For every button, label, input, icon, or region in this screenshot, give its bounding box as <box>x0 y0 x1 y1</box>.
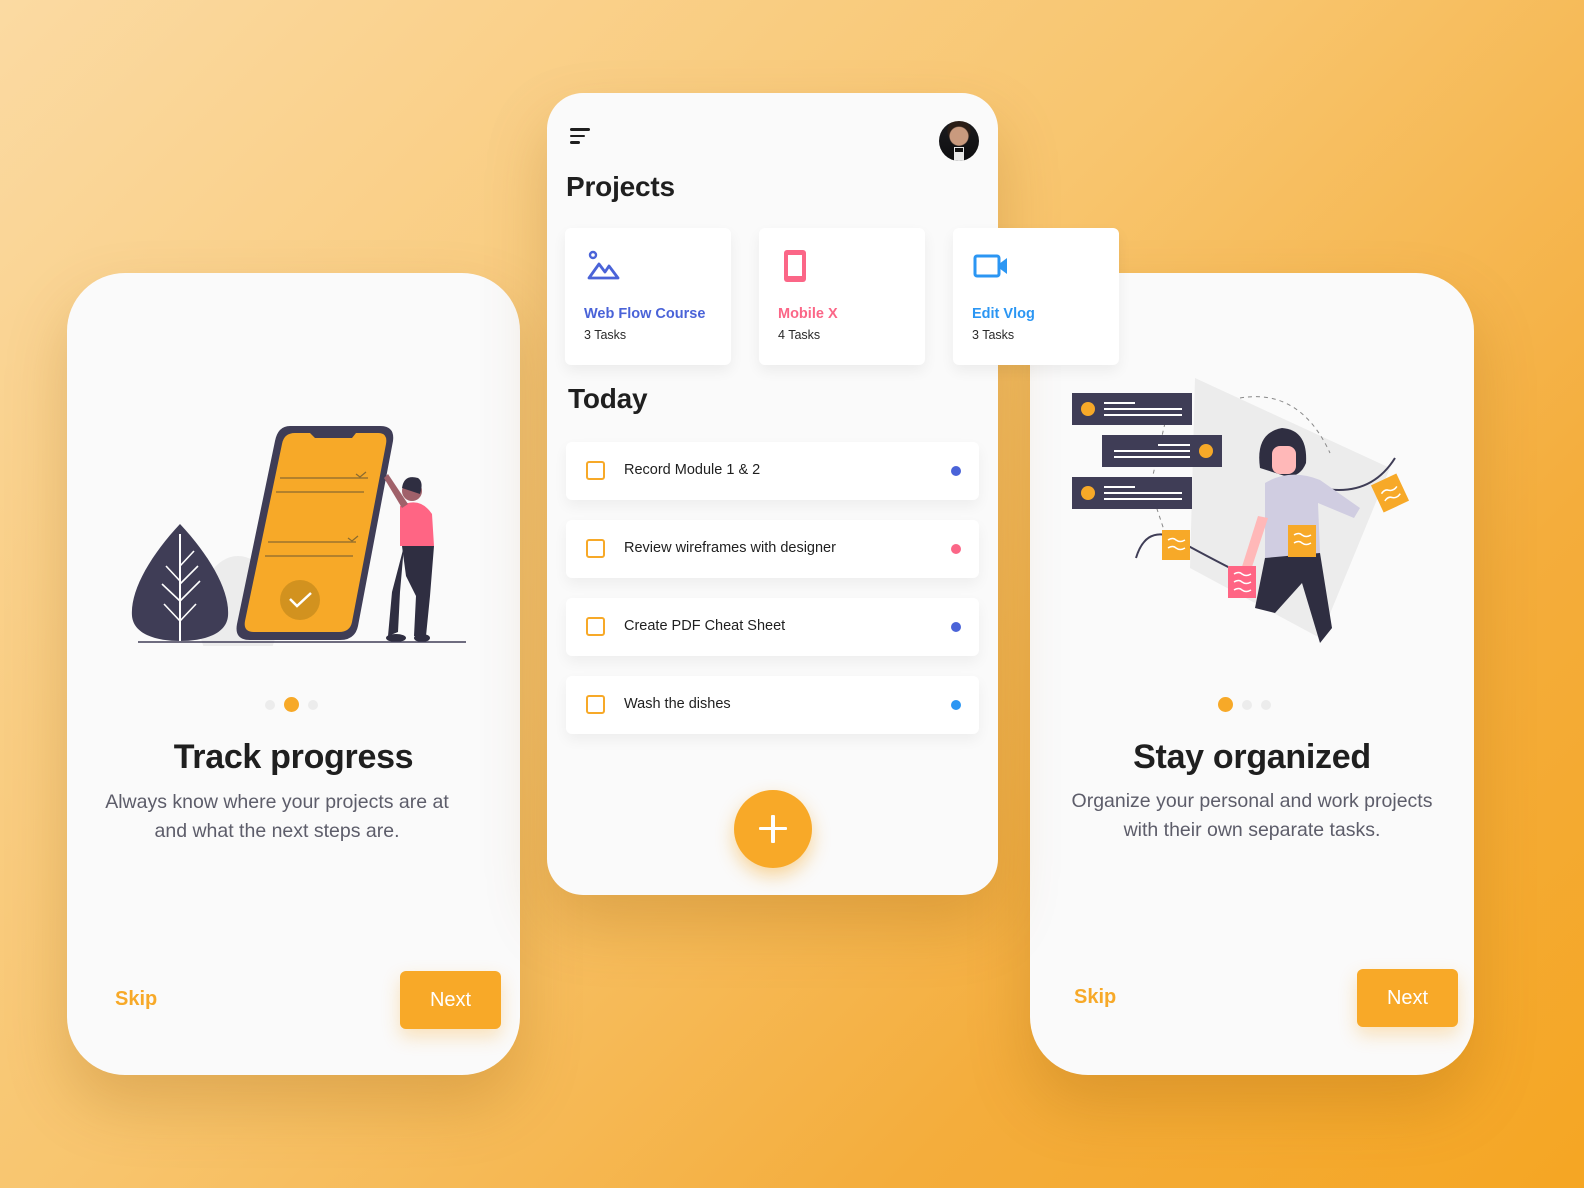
task-label: Review wireframes with designer <box>624 540 836 556</box>
description-line: Always know where your projects are at <box>105 791 449 813</box>
project-task-count: 4 Tasks <box>778 328 821 342</box>
task-tag-dot <box>951 622 961 632</box>
task-checkbox[interactable] <box>586 695 605 714</box>
projects-app-screen: Projects Web Flow Course 3 Tasks Mobile … <box>547 93 1119 895</box>
page-dot-active[interactable] <box>284 697 299 712</box>
page-dot[interactable] <box>1261 699 1271 710</box>
page-dot[interactable] <box>308 699 318 710</box>
page-dot[interactable] <box>1242 699 1252 710</box>
onboarding-card-track-progress: Track progress Always know where your pr… <box>67 273 520 1075</box>
task-label: Record Module 1 & 2 <box>624 462 761 478</box>
mobile-icon <box>784 250 806 282</box>
task-label: Create PDF Cheat Sheet <box>624 618 786 634</box>
today-heading: Today <box>568 383 648 414</box>
project-card-web-flow-course[interactable]: Web Flow Course 3 Tasks <box>565 228 731 365</box>
task-checkbox[interactable] <box>586 617 605 636</box>
projects-heading: Projects <box>566 171 675 202</box>
page-dot-active[interactable] <box>1218 697 1233 712</box>
video-icon <box>973 254 1007 278</box>
task-checkbox[interactable] <box>586 539 605 558</box>
sticky-note-icon <box>1288 525 1316 557</box>
task-tag-dot <box>951 544 961 554</box>
project-card-edit-vlog[interactable]: Edit Vlog 3 Tasks <box>953 228 1119 365</box>
project-name: Edit Vlog <box>972 306 1035 322</box>
project-card-mobile-x[interactable]: Mobile X 4 Tasks <box>759 228 925 365</box>
skip-button[interactable]: Skip <box>1074 986 1116 1009</box>
skip-button[interactable]: Skip <box>115 988 157 1011</box>
description-line: with their own separate tasks. <box>1123 819 1381 841</box>
task-item[interactable]: Record Module 1 & 2 <box>566 442 979 500</box>
project-name: Mobile X <box>778 306 838 322</box>
task-label: Wash the dishes <box>624 696 731 712</box>
next-button[interactable]: Next <box>400 971 501 1029</box>
onboarding-description: Organize your personal and work projects… <box>1030 787 1474 845</box>
description-line: Organize your personal and work projects <box>1071 790 1433 812</box>
onboarding-title: Track progress <box>173 738 414 776</box>
task-item[interactable]: Wash the dishes <box>566 676 979 734</box>
next-button[interactable]: Next <box>1357 969 1458 1027</box>
page-dot[interactable] <box>265 699 275 710</box>
plus-icon-stroke <box>771 815 775 843</box>
project-name: Web Flow Course <box>584 306 706 322</box>
page-indicator <box>265 697 318 712</box>
sticky-notes-illustration <box>1072 378 1410 643</box>
phone-checklist-illustration <box>131 426 466 646</box>
page-indicator <box>1218 697 1271 712</box>
user-avatar[interactable] <box>939 121 979 161</box>
project-task-count: 3 Tasks <box>972 328 1015 342</box>
task-item[interactable]: Review wireframes with designer <box>566 520 979 578</box>
image-icon <box>587 250 620 280</box>
onboarding-description: Always know where your projects are at a… <box>67 788 487 846</box>
sticky-note-icon <box>1162 530 1190 560</box>
task-item[interactable]: Create PDF Cheat Sheet <box>566 598 979 656</box>
add-task-button[interactable] <box>734 790 812 868</box>
check-circle-icon <box>280 580 320 620</box>
task-tag-dot <box>951 700 961 710</box>
onboarding-card-stay-organized: Stay organized Organize your personal an… <box>1030 273 1474 1075</box>
task-tag-dot <box>951 466 961 476</box>
description-line: and what the next steps are. <box>154 820 400 842</box>
menu-icon[interactable] <box>570 128 592 146</box>
onboarding-title: Stay organized <box>1133 738 1371 776</box>
task-checkbox[interactable] <box>586 461 605 480</box>
project-task-count: 3 Tasks <box>584 328 627 342</box>
